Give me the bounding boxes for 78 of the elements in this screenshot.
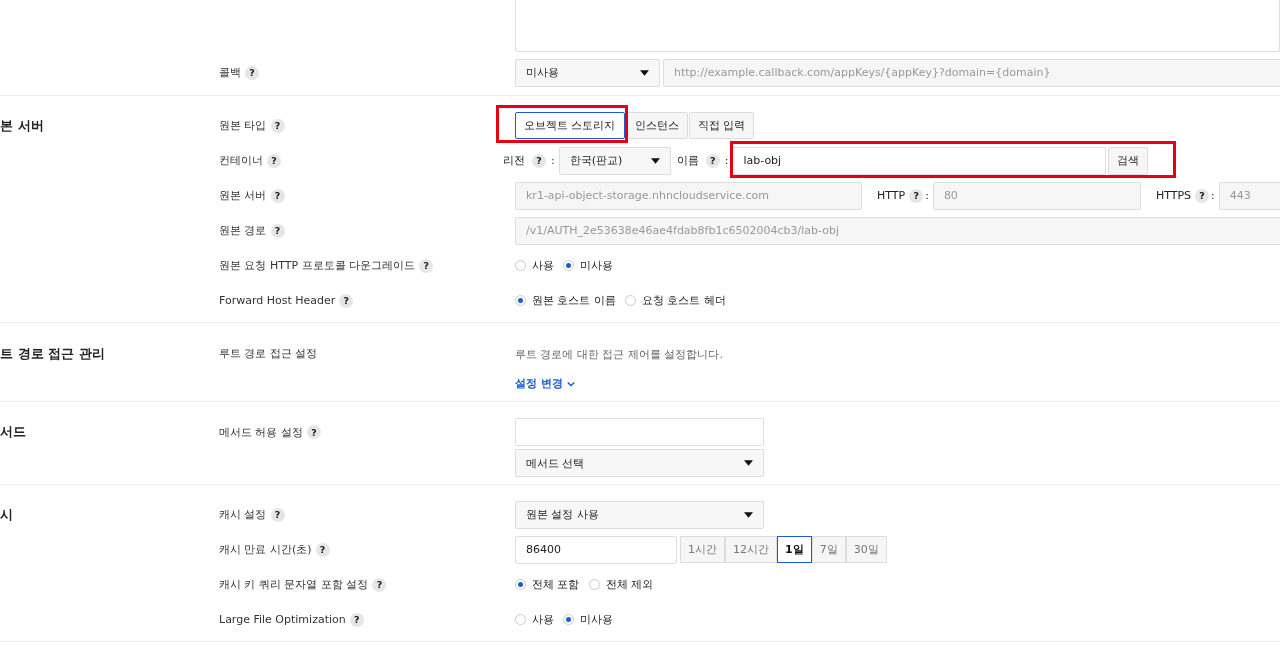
input-field[interactable] <box>515 418 764 446</box>
radio-label: 미사용 <box>580 612 613 627</box>
preset-button[interactable]: 12시간 <box>725 536 777 563</box>
preset-button[interactable]: 30일 <box>845 536 887 563</box>
radio-button[interactable] <box>515 260 526 271</box>
separator-text: : <box>1211 189 1215 202</box>
radio-label: 사용 <box>532 258 554 273</box>
radio-label: 원본 호스트 이름 <box>532 293 616 308</box>
select-field[interactable]: 원본 설정 사용 <box>515 500 764 529</box>
input-field[interactable]: lab-obj <box>732 146 1107 175</box>
field-label: 메서드 허용 설정 <box>219 424 303 440</box>
field-label: 원본 경로 <box>219 223 267 238</box>
chevron-down-icon <box>566 380 575 387</box>
section-title: 본 서버 <box>0 117 44 135</box>
field-label: 원본 요청 HTTP 프로토콜 다운그레이드 <box>219 258 416 273</box>
section-title: 트 경로 접근 관리 <box>0 345 105 363</box>
field-label: HTTP <box>877 189 906 202</box>
select-field[interactable]: 미사용 <box>515 58 660 87</box>
settings-link[interactable]: 설정 변경 <box>515 376 723 391</box>
radio-label: 미사용 <box>580 258 613 273</box>
separator-text: : <box>724 154 729 167</box>
preset-button[interactable]: 1일 <box>777 536 812 563</box>
input-field[interactable]: 86400 <box>515 535 677 564</box>
preset-button[interactable]: 7일 <box>811 536 846 563</box>
separator-text: : <box>551 154 555 167</box>
field-label: 캐시 키 쿼리 문자열 포함 설정 <box>219 577 369 592</box>
help-icon[interactable]: ? <box>705 153 720 168</box>
radio-label: 사용 <box>532 612 554 627</box>
field-label: HTTPS <box>1155 189 1191 202</box>
field-label: Forward Host Header <box>219 294 336 307</box>
field-label: 컨테이너 <box>219 153 263 168</box>
radio-button[interactable] <box>588 579 600 590</box>
help-icon[interactable]: ? <box>267 153 281 168</box>
field-label: 캐시 설정 <box>219 507 267 522</box>
help-icon[interactable]: ? <box>307 425 321 439</box>
select-field[interactable]: 메서드 선택 <box>515 449 764 477</box>
field-label: 이름 <box>676 153 699 168</box>
field-label: 루트 경로 접근 설정 <box>219 346 318 361</box>
help-icon[interactable]: ? <box>245 65 259 80</box>
radio-label: 요청 호스트 헤더 <box>642 293 726 308</box>
help-icon[interactable]: ? <box>270 118 285 133</box>
radio-button[interactable] <box>515 295 526 306</box>
select-field[interactable]: 한국(판교) <box>558 146 671 175</box>
field-label: 원본 타입 <box>219 118 267 133</box>
radio-button[interactable] <box>515 614 526 625</box>
section-title: 시 <box>0 506 13 524</box>
segment-tab[interactable]: 인스턴스 <box>625 112 688 139</box>
help-icon[interactable]: ? <box>315 542 330 557</box>
field-label: Large File Optimization <box>219 613 346 626</box>
radio-label: 전체 제외 <box>605 577 653 592</box>
help-icon[interactable]: ? <box>339 293 354 308</box>
radio-button[interactable] <box>563 260 574 271</box>
separator-text: : <box>925 189 929 202</box>
text-area[interactable] <box>515 0 1280 52</box>
radio-button[interactable] <box>563 614 574 625</box>
caret-icon <box>650 157 660 164</box>
help-icon[interactable]: ? <box>349 612 364 627</box>
field-label: 콜백 <box>219 65 241 80</box>
section-title: 서드 <box>0 423 26 441</box>
field-label: 원본 서버 <box>219 188 267 203</box>
help-icon[interactable]: ? <box>532 153 546 168</box>
help-icon[interactable]: ? <box>270 188 285 203</box>
field-label: 캐시 만료 시간(초) <box>219 542 312 557</box>
help-icon[interactable]: ? <box>270 507 285 522</box>
search-button[interactable]: 검색 <box>1108 146 1149 175</box>
caret-icon <box>640 69 649 76</box>
caret-icon <box>744 511 753 518</box>
radio-label: 전체 포함 <box>532 577 580 592</box>
help-icon[interactable]: ? <box>372 577 387 592</box>
segment-tab[interactable]: 직접 입력 <box>688 112 754 139</box>
help-icon[interactable]: ? <box>419 258 434 273</box>
caret-icon <box>744 460 753 466</box>
segment-tab[interactable]: 오브젝트 스토리지 <box>515 112 625 139</box>
field-label: 리전 <box>503 153 525 168</box>
description-text: 루트 경로에 대한 접근 제어를 설정합니다. <box>515 347 723 362</box>
radio-button[interactable] <box>625 295 636 306</box>
radio-button[interactable] <box>515 579 526 590</box>
preset-button[interactable]: 1시간 <box>680 536 725 563</box>
